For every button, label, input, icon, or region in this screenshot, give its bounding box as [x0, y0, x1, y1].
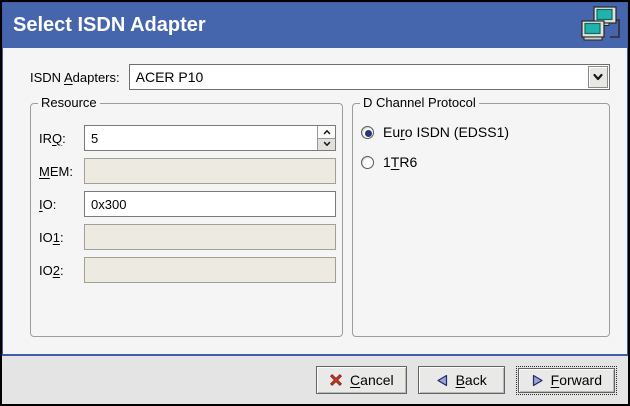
- red-x-icon: [329, 373, 343, 387]
- groups-container: Resource IRQ:: [30, 103, 610, 337]
- forward-button-focus-ring: Forward: [516, 366, 617, 395]
- radio-label-euro-isdn: Euro ISDN (EDSS1): [383, 124, 509, 140]
- irq-label: IRQ:: [39, 131, 84, 146]
- io-label: IO:: [39, 197, 84, 212]
- mem-label: MEM:: [39, 164, 84, 179]
- io1-label: IO1:: [39, 230, 84, 245]
- d-channel-protocol-group: D Channel Protocol Euro ISDN (EDSS1) 1TR…: [352, 103, 610, 337]
- radio-button-icon[interactable]: [361, 126, 374, 139]
- radio-button-icon[interactable]: [361, 156, 374, 169]
- adapter-row: ISDN Adapters: ACER P10: [30, 64, 610, 90]
- combobox-value: ACER P10: [130, 69, 204, 85]
- io-row: IO:: [39, 191, 336, 217]
- irq-spin-buttons: [317, 126, 335, 150]
- irq-spinbutton: [84, 125, 336, 151]
- arrow-left-icon: [436, 374, 449, 387]
- dialog-header: Select ISDN Adapter: [3, 3, 627, 48]
- spin-down-button[interactable]: [317, 139, 335, 151]
- dialog-window: Select ISDN Adapter ISDN Adapters:: [0, 0, 630, 406]
- io2-label: IO2:: [39, 263, 84, 278]
- cancel-button-label: Cancel: [350, 372, 394, 388]
- chevron-down-icon: [323, 141, 331, 147]
- radio-option-euro-isdn[interactable]: Euro ISDN (EDSS1): [361, 124, 599, 140]
- arrow-right-icon: [531, 374, 544, 387]
- spin-up-button[interactable]: [317, 126, 335, 139]
- io1-input: [84, 224, 336, 250]
- resource-group-title: Resource: [38, 95, 100, 110]
- network-computers-icon: [580, 5, 622, 47]
- combobox-dropdown-button[interactable]: [588, 66, 608, 88]
- irq-row: IRQ:: [39, 125, 336, 151]
- radio-option-1tr6[interactable]: 1TR6: [361, 154, 599, 170]
- io2-input: [84, 257, 336, 283]
- wizard-frame: Select ISDN Adapter ISDN Adapters:: [2, 2, 628, 356]
- isdn-adapters-label: ISDN Adapters:: [30, 70, 120, 85]
- mem-input: [84, 158, 336, 184]
- forward-button[interactable]: Forward: [518, 368, 615, 393]
- irq-input[interactable]: [84, 125, 336, 151]
- back-button-label: Back: [456, 372, 487, 388]
- dialog-title: Select ISDN Adapter: [13, 14, 206, 37]
- cancel-button[interactable]: Cancel: [316, 366, 407, 394]
- io2-row: IO2:: [39, 257, 336, 283]
- forward-button-label: Forward: [551, 372, 602, 388]
- isdn-adapter-combobox[interactable]: ACER P10: [129, 64, 610, 90]
- io-input[interactable]: [84, 191, 336, 217]
- chevron-up-icon: [323, 129, 331, 135]
- radio-label-1tr6: 1TR6: [383, 154, 417, 170]
- dialog-button-strip: Cancel Back Forward: [2, 356, 628, 404]
- back-button[interactable]: Back: [418, 366, 505, 394]
- resource-group: Resource IRQ:: [30, 103, 343, 337]
- protocol-group-title: D Channel Protocol: [360, 95, 479, 110]
- mem-row: MEM:: [39, 158, 336, 184]
- chevron-down-icon: [592, 72, 604, 82]
- dialog-content: ISDN Adapters: ACER P10 Resource IRQ:: [3, 48, 627, 354]
- io1-row: IO1:: [39, 224, 336, 250]
